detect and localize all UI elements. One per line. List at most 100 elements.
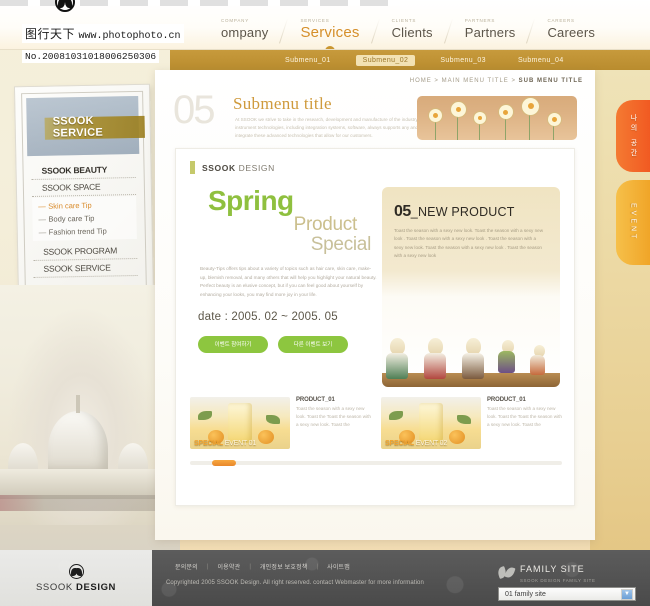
sidebar-subitem-group: — Skin care Tip — Body care Tip — Fashio… (32, 196, 137, 241)
submenu-item-03[interactable]: Submenu_03 (433, 55, 493, 66)
hero-heading-line3: Special (310, 233, 372, 255)
view-other-events-label: 다른 이벤트 보기 (293, 342, 333, 349)
left-menu-card: SSOOK SERVICE SSOOK BEAUTY SSOOK SPACE —… (13, 83, 155, 302)
family-site-select[interactable]: 01 family site ▼ (498, 587, 636, 601)
product-caption-bold: SPECIAL (194, 440, 223, 447)
nav-kicker-services: SERVICES (300, 18, 330, 23)
nav-label-company: ompany (221, 25, 269, 40)
breadcrumb-main[interactable]: MAIN MENU TITLE (442, 78, 509, 84)
footer-logo[interactable]: SSOOK DESIGN (0, 550, 152, 606)
submenu-item-01[interactable]: Submenu_01 (278, 55, 338, 66)
nav-kicker-clients: CLIENTS (391, 18, 417, 23)
nav-item-careers[interactable]: CAREERS Careers (531, 18, 611, 46)
new-product-body: Toast the season with a sexy new look. T… (394, 228, 544, 259)
breadcrumb-sep: > (508, 78, 519, 84)
family-site-selected-value: 01 family site (505, 590, 546, 598)
product-info: PRODUCT_01 Toast the season with a sexy … (296, 397, 371, 449)
hero-heading-line1: Spring (208, 185, 294, 216)
sidebar-subitem-fashion-trend-tip[interactable]: — Fashion trend Tip (33, 224, 137, 239)
brand-light: DESIGN (238, 162, 275, 173)
left-menu-hero-title: SSOOK SERVICE (52, 114, 104, 140)
product-thumbnail: SPECIAL EVENT 02 (381, 397, 481, 449)
hero-left-column: Spring Product Special Beauty-Tips offer… (194, 187, 379, 353)
nav-label-services: Services (300, 24, 360, 41)
carousel-scrollbar-thumb[interactable] (212, 460, 236, 466)
family-site-block: FAMILY SITE SSOOK DESIGN FAMILY SITE 01 … (498, 559, 636, 601)
footer-link-separator: | (316, 563, 319, 570)
doll-figure (530, 345, 545, 375)
main-content-card: SSOOK DESIGN Spring Product Special Beau… (175, 148, 575, 506)
product-name: PRODUCT_01 (487, 397, 526, 403)
hero-button-row: 이벤트 참여하기 다른 이벤트 보기 (194, 333, 379, 353)
product-text: Toast the season with a sexy new look. T… (487, 406, 562, 428)
flower-banner-image (417, 96, 577, 140)
family-site-title: FAMILY SITE (520, 564, 585, 574)
doll-body (386, 353, 408, 379)
sidebar-item-ssook-program[interactable]: SSOOK PROGRAM (32, 240, 138, 261)
product-card-02[interactable]: SPECIAL EVENT 02 PRODUCT_01 Toast the se… (381, 397, 562, 449)
nav-item-partners[interactable]: PARTNERS Partners (449, 18, 536, 46)
sidebar-subitem-label: Fashion trend Tip (48, 226, 107, 237)
product-caption: SPECIAL EVENT 01 (194, 440, 256, 447)
breadcrumb-home[interactable]: HOME (410, 78, 432, 84)
page-number: 05 (173, 88, 215, 132)
footer-copyright: Copyrighted 2005 SSOOK Design. All right… (166, 580, 424, 586)
card-brand: SSOOK DESIGN (190, 161, 275, 174)
footer-link-inquiry[interactable]: 문의문의 (175, 562, 198, 571)
doll-figure (498, 340, 515, 373)
nav-label-clients: Clients (391, 25, 433, 40)
nav-item-services[interactable]: SERVICES Services (284, 18, 380, 50)
doll-figure (424, 338, 446, 379)
hero-body-text: Beauty-Tips offers tips about a variety … (200, 265, 377, 297)
new-product-panel: 05_NEW PRODUCT Toast the season with a s… (382, 187, 560, 387)
sprout-icon (498, 564, 514, 578)
sidebar-item-ssook-space[interactable]: SSOOK SPACE (31, 177, 137, 197)
breadcrumb: HOME > MAIN MENU TITLE > SUB MENU TITLE (410, 78, 583, 84)
view-other-events-button[interactable]: 다른 이벤트 보기 (278, 333, 348, 353)
footer-link-privacy[interactable]: 개인정보 보호정책 (260, 562, 308, 571)
side-tab-event-label: EVENT (629, 203, 637, 242)
side-tab-my-space[interactable]: 나의 공간 (616, 100, 650, 172)
doll-body (424, 353, 446, 379)
new-product-separator: _ (410, 205, 418, 219)
product-name: PRODUCT_01 (296, 397, 335, 403)
nav-label-partners: Partners (464, 25, 516, 40)
submenu-item-04[interactable]: Submenu_04 (511, 55, 571, 66)
side-tab-event[interactable]: EVENT (616, 180, 650, 265)
chevron-down-icon[interactable]: ▼ (621, 588, 633, 600)
nav-item-clients[interactable]: CLIENTS Clients (376, 18, 453, 46)
join-event-button[interactable]: 이벤트 참여하기 (198, 333, 268, 353)
footer-links: 문의문의 | 이용약관 | 개인정보 보호정책 | 사이트맵 (166, 562, 359, 572)
sidebar-item-ssook-service[interactable]: SSOOK SERVICE (33, 258, 138, 278)
left-decorative-column: SSOOK SERVICE SSOOK BEAUTY SSOOK SPACE —… (0, 70, 170, 560)
left-menu-card-inner: SSOOK SERVICE SSOOK BEAUTY SSOOK SPACE —… (21, 90, 147, 295)
main-navigation: COMPANY ompany SERVICES Services CLIENTS… (205, 6, 611, 50)
product-caption-bold: SPECIAL (385, 440, 414, 447)
footer-logo-text: SSOOK DESIGN (36, 582, 116, 593)
dash-icon: — (38, 201, 46, 211)
new-product-title: 05_NEW PRODUCT (394, 203, 515, 221)
family-site-subtitle: SSOOK DESIGN FAMILY SITE (520, 578, 596, 583)
breadcrumb-sep: > (431, 78, 442, 84)
product-card-row: SPECIAL EVENT 01 PRODUCT_01 Toast the se… (190, 397, 562, 449)
product-caption: SPECIAL EVENT 02 (385, 440, 447, 447)
submenu-item-02[interactable]: Submenu_02 (355, 54, 416, 66)
nav-kicker-company: COMPANY (221, 18, 250, 23)
footer-link-sitemap[interactable]: 사이트맵 (327, 562, 350, 571)
join-event-label: 이벤트 참여하기 (214, 342, 252, 349)
side-tab-my-space-label: 나의 공간 (630, 113, 637, 159)
watermark-brand: 图行天下 www.photophoto.cn (22, 24, 184, 43)
new-product-name: NEW PRODUCT (417, 205, 515, 219)
nav-label-careers: Careers (547, 25, 596, 40)
content-panel: HOME > MAIN MENU TITLE > SUB MENU TITLE … (155, 70, 595, 540)
left-menu-list: SSOOK BEAUTY SSOOK SPACE — Skin care Tip… (23, 160, 145, 278)
dash-icon: — (38, 214, 47, 224)
footer-link-separator: | (249, 563, 251, 570)
carousel-scrollbar[interactable] (190, 460, 562, 466)
sidebar-item-ssook-beauty[interactable]: SSOOK BEAUTY (31, 160, 136, 180)
watermark-id: No.20081031018006250306 (22, 50, 160, 63)
doll-body (498, 351, 515, 373)
nav-item-company[interactable]: COMPANY ompany (205, 18, 289, 46)
footer-link-terms[interactable]: 이용약관 (217, 562, 240, 571)
product-card-01[interactable]: SPECIAL EVENT 01 PRODUCT_01 Toast the se… (190, 397, 371, 449)
